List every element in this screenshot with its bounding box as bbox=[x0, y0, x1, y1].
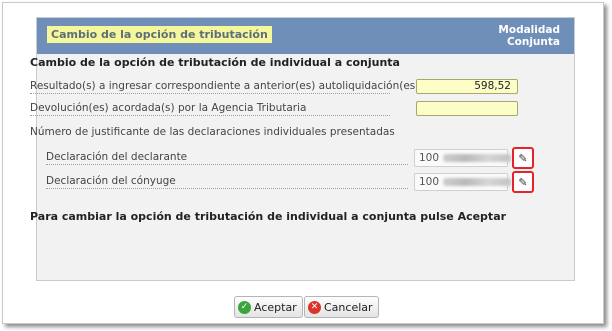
conyuge-label: Declaración del cónyuge bbox=[46, 175, 408, 189]
edit-declarante-button[interactable]: ✎ bbox=[512, 147, 534, 169]
cross-icon: ✕ bbox=[308, 300, 321, 314]
dialog-title: Cambio de la opción de tributación bbox=[47, 26, 272, 43]
declarante-label: Declaración del declarante bbox=[46, 151, 408, 165]
accept-button[interactable]: ✓ Aceptar bbox=[234, 296, 303, 318]
modalidad-line-2: Conjunta bbox=[506, 36, 560, 48]
check-icon: ✓ bbox=[238, 300, 251, 314]
window-frame: Cambio de la opción de tributación Modal… bbox=[2, 2, 604, 324]
cancel-button[interactable]: ✕ Cancelar bbox=[304, 296, 379, 318]
modalidad-line-1: Modalidad bbox=[498, 24, 560, 36]
devolucion-input[interactable] bbox=[416, 101, 518, 116]
pencil-icon: ✎ bbox=[518, 151, 528, 165]
redacted-number bbox=[443, 154, 512, 162]
edit-conyuge-button[interactable]: ✎ bbox=[512, 171, 534, 193]
pencil-icon: ✎ bbox=[518, 175, 528, 189]
resultado-label: Resultado(s) a ingresar correspondiente … bbox=[30, 80, 420, 94]
section-title: Cambio de la opción de tributación de in… bbox=[30, 56, 400, 69]
cancel-label: Cancelar bbox=[324, 300, 373, 314]
redacted-number bbox=[443, 178, 512, 186]
modalidad-label: Modalidad Conjunta bbox=[498, 24, 560, 48]
dialog-header: Cambio de la opción de tributación Modal… bbox=[37, 18, 574, 54]
devolucion-label: Devolución(es) acordada(s) por la Agenci… bbox=[30, 102, 390, 116]
declarante-input[interactable]: 100 bbox=[414, 149, 512, 167]
resultado-input[interactable]: 598,52 bbox=[416, 79, 518, 94]
conyuge-value: 100 bbox=[419, 176, 440, 188]
accept-label: Aceptar bbox=[254, 300, 297, 314]
declarante-value: 100 bbox=[419, 152, 440, 164]
footer-note: Para cambiar la opción de tributación de… bbox=[30, 210, 507, 223]
conyuge-input[interactable]: 100 bbox=[414, 173, 512, 191]
justificante-label: Número de justificante de las declaracio… bbox=[30, 126, 395, 138]
